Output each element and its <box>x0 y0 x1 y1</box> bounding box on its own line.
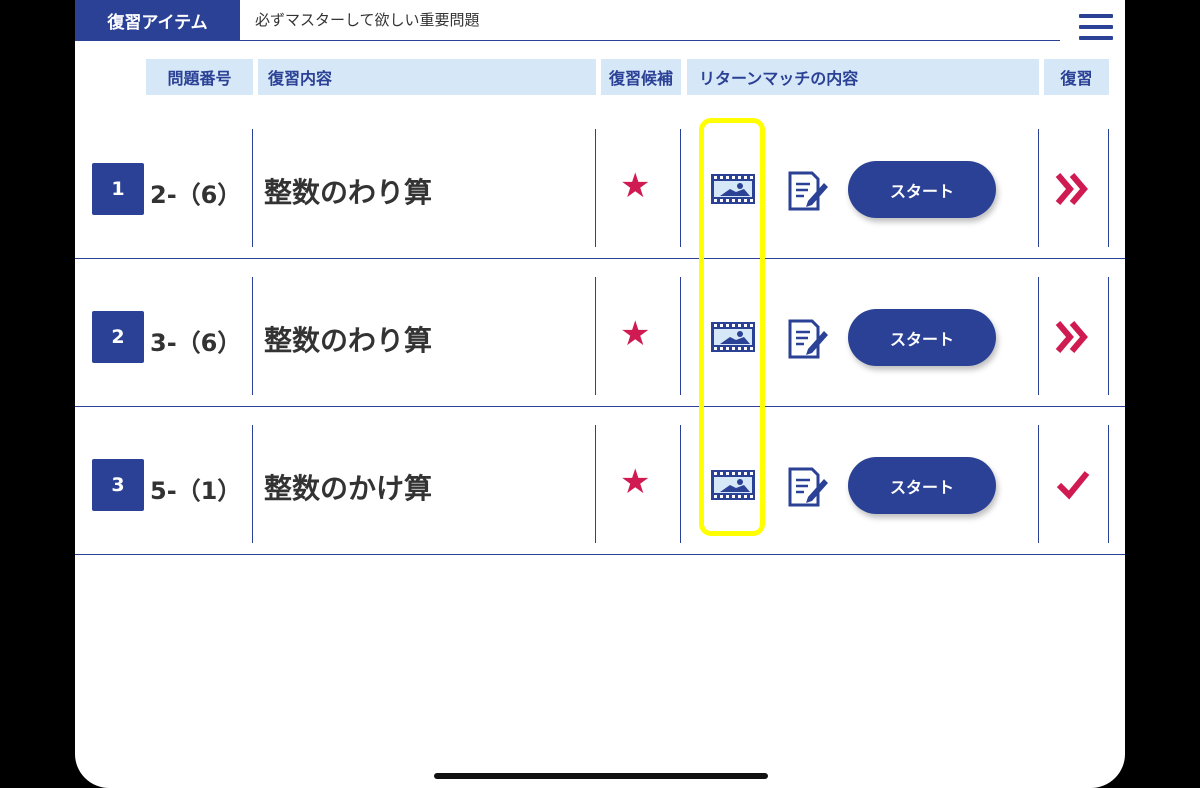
review-content: 整数のわり算 <box>264 176 433 209</box>
candidate-star-icon: ★ <box>620 314 651 354</box>
row-number-badge: 2 <box>92 311 144 363</box>
video-film-icon[interactable] <box>710 469 756 501</box>
edit-note-icon[interactable] <box>786 465 830 509</box>
section-subtitle: 必ずマスターして欲しい重要問題 <box>255 11 480 29</box>
start-button[interactable]: スタート <box>848 309 996 366</box>
header-divider <box>75 40 1060 41</box>
table-row: 3 5-（1） 整数のかけ算 ★ スタート <box>75 407 1125 555</box>
column-header-number: 問題番号 <box>146 59 253 95</box>
header: 復習アイテム 必ずマスターして欲しい重要問題 <box>75 0 1125 42</box>
table-row: 2 3-（6） 整数のわり算 ★ スタート <box>75 259 1125 407</box>
review-content: 整数のわり算 <box>264 324 433 357</box>
column-header-content: 復習内容 <box>258 59 596 95</box>
row-number-badge: 3 <box>92 459 144 511</box>
table-row: 1 2-（6） 整数のわり算 ★ スタート <box>75 111 1125 259</box>
review-content: 整数のかけ算 <box>264 472 433 505</box>
problem-code: 5-（1） <box>150 477 242 505</box>
column-header-rematch: リターンマッチの内容 <box>687 59 1039 95</box>
home-indicator <box>434 773 768 779</box>
hamburger-menu-icon[interactable] <box>1079 14 1113 42</box>
section-tab: 復習アイテム <box>75 0 240 41</box>
row-number-badge: 1 <box>92 163 144 215</box>
problem-code: 3-（6） <box>150 329 242 357</box>
candidate-star-icon: ★ <box>620 166 651 206</box>
start-button[interactable]: スタート <box>848 457 996 514</box>
column-header-candidate: 復習候補 <box>601 59 681 95</box>
checkmark-icon <box>1056 471 1090 500</box>
problem-code: 2-（6） <box>150 181 242 209</box>
video-film-icon[interactable] <box>710 173 756 205</box>
candidate-star-icon: ★ <box>620 462 651 502</box>
column-header-review: 復習 <box>1044 59 1109 95</box>
double-chevron-right-icon[interactable] <box>1055 317 1091 357</box>
start-button[interactable]: スタート <box>848 161 996 218</box>
edit-note-icon[interactable] <box>786 317 830 361</box>
double-chevron-right-icon[interactable] <box>1055 169 1091 209</box>
app-screen: 復習アイテム 必ずマスターして欲しい重要問題 問題番号 復習内容 復習候補 リタ… <box>75 0 1125 788</box>
video-film-icon[interactable] <box>710 321 756 353</box>
edit-note-icon[interactable] <box>786 169 830 213</box>
